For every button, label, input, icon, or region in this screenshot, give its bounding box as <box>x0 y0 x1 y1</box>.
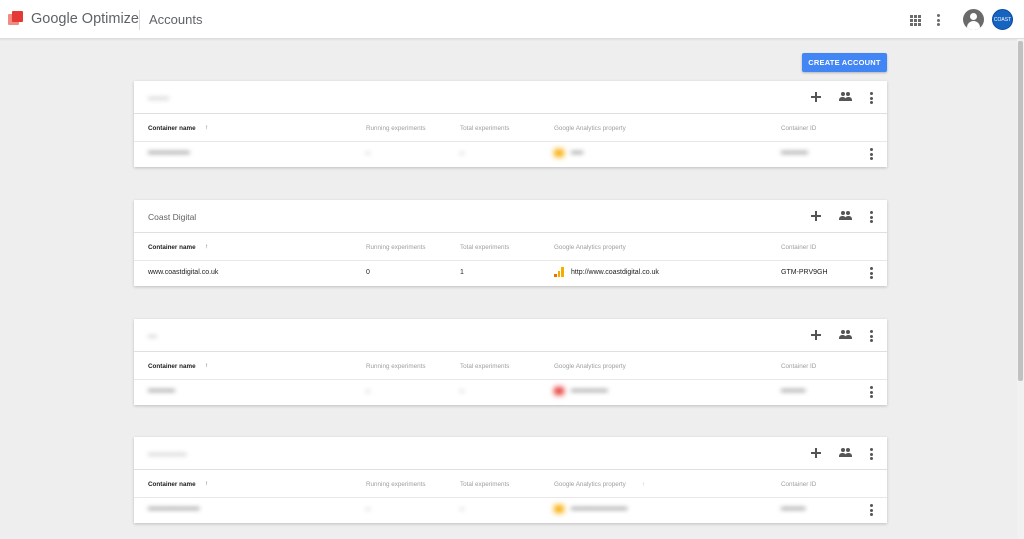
column-container-id[interactable]: Container ID <box>781 125 816 132</box>
container-row[interactable]: ••••••••••••••••• – – ••••• ••••••••••• <box>134 142 887 167</box>
account-menu-icon[interactable] <box>865 90 879 104</box>
account-menu-icon[interactable] <box>865 446 879 460</box>
sort-arrow-up-icon[interactable]: ↑ <box>205 480 208 487</box>
container-name[interactable]: www.coastdigital.co.uk <box>148 269 218 276</box>
column-running-experiments[interactable]: Running experiments <box>366 244 426 251</box>
sort-arrow-up-icon[interactable]: ↑ <box>205 362 208 369</box>
ga-property[interactable]: ••••••••••••••••••••••• <box>571 506 627 513</box>
page-title: Accounts <box>149 12 203 27</box>
column-total-experiments[interactable]: Total experiments <box>460 481 509 488</box>
container-id: ••••••••••• <box>781 150 808 157</box>
apps-grid-icon[interactable] <box>906 10 926 30</box>
column-total-experiments[interactable]: Total experiments <box>460 363 509 370</box>
page-scrollbar[interactable] <box>1017 39 1024 539</box>
column-headers: Container name ↑ Running experiments Tot… <box>134 114 887 142</box>
container-row[interactable]: ••••••••••••••••••••• – – ••••••••••••••… <box>134 498 887 523</box>
more-options-icon[interactable] <box>928 10 948 30</box>
column-running-experiments[interactable]: Running experiments <box>366 363 426 370</box>
column-ga-property[interactable]: Google Analytics property <box>554 363 626 370</box>
scrollbar-thumb[interactable] <box>1018 41 1023 381</box>
column-headers: Container name ↑ Running experiments Tot… <box>134 470 887 498</box>
account-card: Coast Digital Container name ↑ Running e… <box>134 200 887 286</box>
container-name[interactable]: ••••••••••••••••••••• <box>148 506 199 513</box>
account-name[interactable]: ••••••• <box>148 93 169 103</box>
column-container-id[interactable]: Container ID <box>781 363 816 370</box>
column-container-name[interactable]: Container name <box>148 125 196 132</box>
analytics-icon <box>554 267 564 277</box>
row-menu-icon[interactable] <box>865 266 879 280</box>
account-card-header: ••••••••••••• <box>134 437 887 470</box>
container-id: •••••••••• <box>781 506 806 513</box>
header-divider <box>139 10 140 30</box>
account-menu-icon[interactable] <box>865 209 879 223</box>
account-card: ••••••••••••• Container name ↑ Running e… <box>134 437 887 523</box>
add-container-icon[interactable] <box>809 209 823 223</box>
column-running-experiments[interactable]: Running experiments <box>366 481 426 488</box>
sort-arrow-up-icon[interactable]: ↑ <box>205 124 208 131</box>
user-management-icon[interactable] <box>838 209 852 223</box>
create-account-button[interactable]: CREATE ACCOUNT <box>802 53 887 72</box>
account-name[interactable]: ••••••••••••• <box>148 449 187 459</box>
add-container-icon[interactable] <box>809 328 823 342</box>
sort-arrow-up-icon[interactable]: ↑ <box>205 243 208 250</box>
column-container-id[interactable]: Container ID <box>781 481 816 488</box>
total-count: – <box>460 388 464 395</box>
column-container-name[interactable]: Container name <box>148 363 196 370</box>
user-avatar[interactable]: COAST <box>992 9 1013 30</box>
column-ga-property[interactable]: Google Analytics property <box>554 125 626 132</box>
user-management-icon[interactable] <box>838 90 852 104</box>
brand-name[interactable]: Google Optimize <box>31 11 139 27</box>
top-app-bar: Google Optimize Accounts COAST <box>0 0 1024 39</box>
property-error-icon <box>554 386 564 396</box>
total-count: 1 <box>460 269 464 276</box>
column-ga-property[interactable]: Google Analytics property <box>554 481 626 488</box>
column-total-experiments[interactable]: Total experiments <box>460 244 509 251</box>
column-ga-property[interactable]: Google Analytics property <box>554 244 626 251</box>
column-headers: Container name ↑ Running experiments Tot… <box>134 352 887 380</box>
running-count: – <box>366 506 370 513</box>
running-count: – <box>366 388 370 395</box>
user-management-icon[interactable] <box>838 328 852 342</box>
container-id: •••••••••• <box>781 388 806 395</box>
container-name[interactable]: ••••••••••••••••• <box>148 150 190 157</box>
add-container-icon[interactable] <box>809 90 823 104</box>
column-container-name[interactable]: Container name <box>148 244 196 251</box>
total-count: – <box>460 150 464 157</box>
running-count: – <box>366 150 370 157</box>
account-name[interactable]: Coast Digital <box>148 212 196 222</box>
account-card: ••• Container name ↑ Running experiments… <box>134 319 887 405</box>
column-headers: Container name ↑ Running experiments Tot… <box>134 233 887 261</box>
account-name[interactable]: ••• <box>148 331 157 341</box>
add-container-icon[interactable] <box>809 446 823 460</box>
container-id: GTM-PRV9GH <box>781 269 828 276</box>
user-management-icon[interactable] <box>838 446 852 460</box>
column-total-experiments[interactable]: Total experiments <box>460 125 509 132</box>
total-count: – <box>460 506 464 513</box>
column-running-experiments[interactable]: Running experiments <box>366 125 426 132</box>
account-card-header: Coast Digital <box>134 200 887 233</box>
account-card-header: ••••••• <box>134 81 887 114</box>
analytics-icon <box>554 148 564 158</box>
account-menu-icon[interactable] <box>865 328 879 342</box>
ga-sort-arrow-icon[interactable]: ↑ <box>642 481 645 488</box>
running-count: 0 <box>366 269 370 276</box>
account-card-header: ••• <box>134 319 887 352</box>
ga-property[interactable]: ••••••••••••••• <box>571 388 608 395</box>
column-container-id[interactable]: Container ID <box>781 244 816 251</box>
container-row[interactable]: www.coastdigital.co.uk 0 1 http://www.co… <box>134 261 887 286</box>
ga-property[interactable]: http://www.coastdigital.co.uk <box>571 269 659 276</box>
optimize-logo-icon[interactable] <box>8 11 24 27</box>
container-row[interactable]: ••••••••••• – – ••••••••••••••• ••••••••… <box>134 380 887 405</box>
column-container-name[interactable]: Container name <box>148 481 196 488</box>
account-card: ••••••• Container name ↑ Running experim… <box>134 81 887 167</box>
container-name[interactable]: ••••••••••• <box>148 388 175 395</box>
analytics-icon <box>554 504 564 514</box>
account-circle-icon[interactable] <box>963 9 984 30</box>
ga-property[interactable]: ••••• <box>571 150 583 157</box>
